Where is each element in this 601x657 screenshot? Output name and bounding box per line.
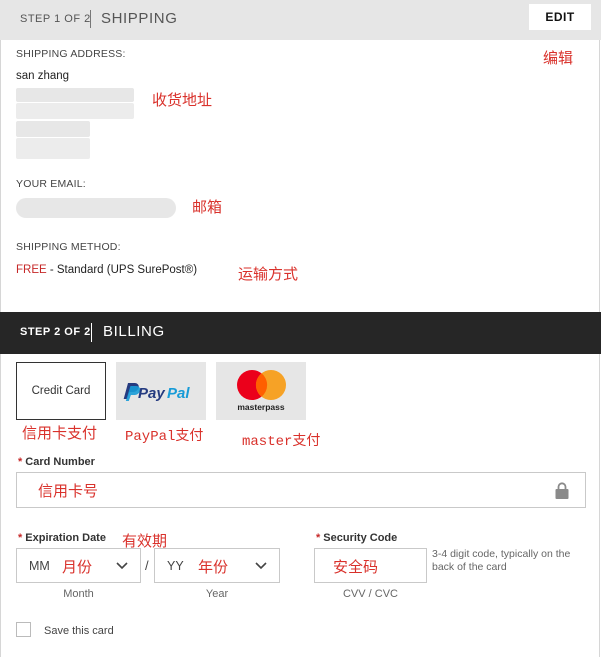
save-card-checkbox[interactable] xyxy=(16,622,31,637)
paypal-logo-pal: Pal xyxy=(167,385,190,402)
shipping-method-free: FREE xyxy=(16,264,47,276)
shipping-method-desc: - Standard (UPS SurePost®) xyxy=(46,264,198,276)
shipping-method-value: FREE - Standard (UPS SurePost®) xyxy=(16,264,197,276)
annotation-year: 年份 xyxy=(198,558,229,576)
annotation-address: 收货地址 xyxy=(152,91,213,109)
shipping-step-number: STEP 1 OF 2 xyxy=(20,13,91,25)
masterpass-tab[interactable]: masterpass xyxy=(216,362,306,420)
annotation-month: 月份 xyxy=(62,558,93,576)
chevron-down-icon xyxy=(255,562,267,570)
annotation-email: 邮箱 xyxy=(192,198,223,216)
month-caption: Month xyxy=(63,588,94,600)
annotation-credit-card: 信用卡支付 xyxy=(22,424,98,442)
redacted-email xyxy=(16,198,176,218)
shipping-step-title: SHIPPING xyxy=(101,10,178,27)
save-card-label: Save this card xyxy=(44,625,114,637)
year-placeholder: YY xyxy=(167,559,184,573)
billing-step-header: STEP 2 OF 2 BILLING xyxy=(0,312,601,354)
required-mark: * xyxy=(18,532,23,544)
step-separator xyxy=(91,323,92,342)
card-number-label: * Card Number xyxy=(18,456,95,468)
billing-step-title: BILLING xyxy=(103,323,165,340)
month-placeholder: MM xyxy=(29,559,50,573)
credit-card-tab[interactable]: Credit Card xyxy=(16,362,106,420)
security-code-label: * Security Code xyxy=(316,532,397,544)
masterpass-label: masterpass xyxy=(237,402,285,412)
annotation-master: master支付 xyxy=(242,434,321,450)
required-mark: * xyxy=(316,532,321,544)
shipping-address-label: SHIPPING ADDRESS: xyxy=(16,48,126,60)
annotation-paypal: PayPal支付 xyxy=(125,429,204,445)
lock-icon xyxy=(555,482,569,499)
billing-step-number: STEP 2 OF 2 xyxy=(20,326,91,338)
paypal-logo-pay: Pay xyxy=(138,385,165,402)
security-code-label-text: Security Code xyxy=(323,532,398,544)
credit-card-tab-label: Credit Card xyxy=(31,385,91,397)
shipping-name: san zhang xyxy=(16,70,70,82)
expiration-slash: / xyxy=(145,558,149,573)
shipping-method-label: SHIPPING METHOD: xyxy=(16,241,121,253)
paypal-tab[interactable]: Pay Pal xyxy=(116,362,206,420)
card-number-input[interactable] xyxy=(16,472,586,508)
email-label: YOUR EMAIL: xyxy=(16,178,86,190)
expiration-label-text: Expiration Date xyxy=(25,532,106,544)
card-number-label-text: Card Number xyxy=(25,456,95,468)
paypal-logo-icon: Pay Pal xyxy=(123,383,190,402)
mastercard-logo-icon: masterpass xyxy=(237,370,286,412)
annotation-card-number: 信用卡号 xyxy=(38,482,99,500)
year-caption: Year xyxy=(205,588,229,600)
cvv-caption: CVV / CVC xyxy=(342,588,398,600)
annotation-security: 安全码 xyxy=(333,558,379,576)
annotation-method: 运输方式 xyxy=(238,265,299,283)
step-separator xyxy=(90,10,91,28)
security-code-hint: 3-4 digit code, typically on the back of… xyxy=(432,548,571,573)
shipping-step-header: STEP 1 OF 2 SHIPPING EDIT xyxy=(0,0,601,40)
chevron-down-icon xyxy=(116,562,128,570)
edit-shipping-button[interactable]: EDIT xyxy=(529,4,591,30)
required-mark: * xyxy=(18,456,23,468)
expiration-label: * Expiration Date xyxy=(18,532,106,544)
annotation-edit: 编辑 xyxy=(543,49,574,67)
